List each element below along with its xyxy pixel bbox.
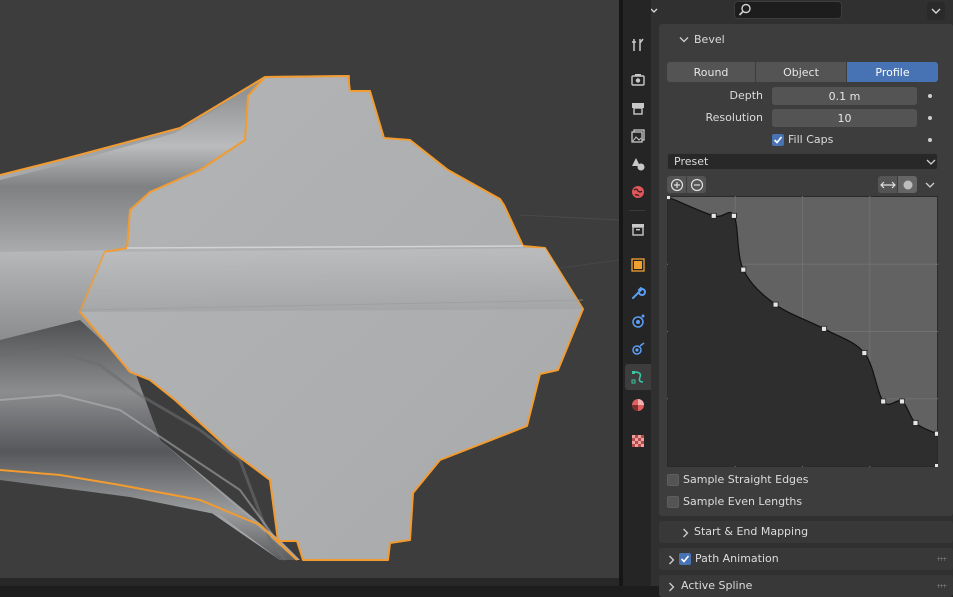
tab-texture[interactable] — [625, 428, 651, 454]
properties-header — [623, 0, 953, 22]
tab-scene[interactable] — [625, 151, 651, 177]
checkmark-icon — [680, 555, 690, 563]
profile-curve-widget[interactable] — [667, 196, 938, 467]
chevron-right-icon — [669, 555, 675, 565]
curve-control-point[interactable] — [772, 301, 779, 308]
reverse-path-button[interactable] — [878, 176, 897, 193]
chevron-down-icon — [925, 182, 934, 188]
resolution-label: Resolution — [705, 111, 763, 124]
chevron-down-icon — [931, 8, 941, 14]
tab-output[interactable] — [625, 95, 651, 121]
handle-type-button[interactable] — [898, 176, 917, 193]
tab-physics[interactable] — [625, 336, 651, 362]
path-animation-checkbox[interactable] — [679, 553, 691, 565]
curve-options-dropdown[interactable] — [921, 176, 938, 193]
object-icon — [631, 258, 645, 272]
curve-control-point[interactable] — [861, 350, 868, 356]
tab-collection[interactable] — [625, 216, 651, 242]
curve-control-point[interactable] — [912, 420, 919, 426]
tab-view-layer[interactable] — [625, 123, 651, 149]
render-icon — [631, 74, 645, 86]
scene-icon — [632, 158, 645, 171]
physics-icon — [632, 342, 645, 355]
resolution-field[interactable]: 10 — [772, 109, 917, 127]
path-animation-panel[interactable]: Path Animation — [659, 548, 953, 570]
sample-even-lengths-checkbox[interactable] — [667, 496, 679, 508]
curve-control-point[interactable] — [667, 196, 671, 200]
output-icon — [632, 103, 644, 115]
sample-straight-edges-label: Sample Straight Edges — [683, 473, 809, 486]
depth-label: Depth — [729, 89, 763, 102]
curve-control-point[interactable] — [880, 398, 887, 405]
start-end-mapping-title: Start & End Mapping — [694, 525, 809, 538]
fill-caps-checkbox[interactable] — [772, 134, 784, 146]
drag-grip-icon[interactable] — [937, 584, 947, 588]
bevel-panel-title: Bevel — [694, 33, 725, 46]
modifier-icon — [632, 287, 646, 299]
world-icon — [632, 186, 644, 198]
active-spline-panel[interactable]: Active Spline — [659, 575, 953, 597]
mode-object-button[interactable]: Object — [756, 62, 846, 82]
handle-dot-icon — [903, 180, 912, 189]
curve-control-point[interactable] — [821, 325, 827, 332]
resolution-keyframe-dot[interactable] — [928, 116, 932, 120]
texture-icon — [632, 435, 644, 447]
curve-object-render — [0, 75, 619, 561]
preset-label: Preset — [674, 155, 709, 168]
tab-material[interactable] — [625, 392, 651, 418]
sample-straight-edges-checkbox[interactable] — [667, 474, 679, 486]
search-box[interactable] — [734, 1, 842, 19]
bevel-panel-header[interactable]: Bevel — [673, 31, 933, 49]
fill-caps-keyframe-dot[interactable] — [928, 138, 932, 142]
path-animation-title: Path Animation — [695, 552, 779, 565]
fill-caps-label: Fill Caps — [788, 133, 834, 146]
search-icon — [738, 3, 751, 16]
depth-field[interactable]: 0.1 m — [772, 87, 917, 105]
properties-panel: Bevel Round Object Profile Depth 0.1 m R… — [651, 22, 953, 597]
tab-modifiers[interactable] — [625, 280, 651, 306]
preset-dropdown[interactable]: Preset — [667, 153, 938, 170]
tab-separator — [629, 210, 645, 211]
search-input[interactable] — [753, 3, 837, 17]
tab-curve-data[interactable] — [625, 364, 651, 390]
zoom-in-button[interactable] — [667, 176, 686, 193]
curve-data-icon — [631, 371, 644, 384]
material-icon — [632, 399, 644, 411]
particles-icon — [632, 314, 645, 328]
header-options-dropdown[interactable] — [927, 2, 945, 20]
mode-round-button[interactable]: Round — [667, 62, 755, 82]
tool-icon — [632, 38, 644, 51]
chevron-right-icon — [669, 582, 675, 592]
drag-grip-icon[interactable] — [937, 557, 947, 561]
sample-even-lengths-label: Sample Even Lengths — [683, 495, 803, 508]
checkmark-icon — [773, 136, 783, 144]
curve-control-point[interactable] — [899, 398, 905, 405]
curve-control-point[interactable] — [731, 212, 737, 219]
viewport-footer — [0, 578, 619, 586]
tab-render[interactable] — [625, 67, 651, 93]
curve-control-point[interactable] — [934, 430, 939, 437]
zoom-in-icon — [670, 178, 683, 191]
properties-tab-bar — [623, 0, 651, 586]
tab-object[interactable] — [625, 252, 651, 278]
curve-control-point[interactable] — [740, 266, 747, 273]
tab-particles[interactable] — [625, 308, 651, 334]
3d-viewport[interactable] — [0, 0, 619, 586]
start-end-mapping-panel[interactable]: Start & End Mapping — [659, 521, 953, 543]
chevron-down-icon — [679, 37, 689, 43]
zoom-out-button[interactable] — [687, 176, 706, 193]
depth-keyframe-dot[interactable] — [928, 94, 932, 98]
curve-control-point[interactable] — [710, 212, 717, 219]
mode-profile-button[interactable]: Profile — [847, 62, 938, 82]
curve-end-point[interactable] — [935, 464, 938, 467]
tab-world[interactable] — [625, 179, 651, 205]
collection-icon — [632, 224, 644, 236]
chevron-right-icon — [683, 528, 689, 538]
arrows-horizontal-icon — [879, 181, 896, 188]
tab-tool[interactable] — [625, 32, 651, 58]
chevron-down-icon — [926, 159, 936, 165]
view-layer-icon — [631, 129, 645, 143]
zoom-out-icon — [690, 178, 703, 191]
